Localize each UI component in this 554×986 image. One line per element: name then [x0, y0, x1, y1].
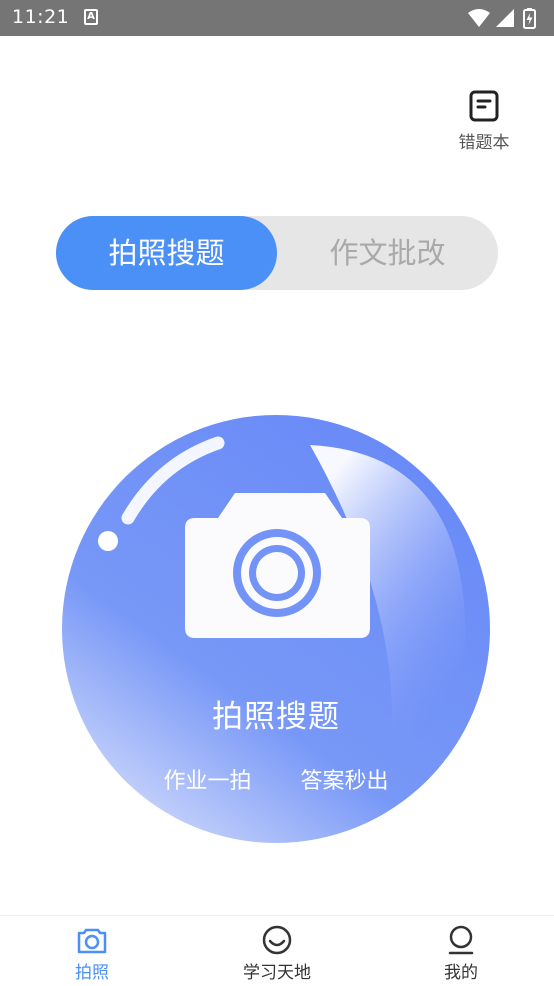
person-icon — [448, 925, 474, 955]
status-bar: 11:21 A — [0, 0, 554, 36]
notification-a-icon: A — [84, 9, 98, 25]
camera-icon — [77, 928, 107, 954]
tab-essay-correction[interactable]: 作文批改 — [277, 216, 498, 290]
mistake-book-button[interactable]: 错题本 — [450, 90, 518, 153]
battery-icon — [523, 8, 536, 29]
smile-face-icon — [262, 925, 292, 955]
photo-search-orb-button[interactable]: 拍照搜题 作业一拍 答案秒出 — [60, 413, 492, 845]
wifi-icon — [468, 9, 490, 27]
nav-item-mine[interactable]: 我的 — [401, 924, 521, 983]
orb-subtitle-right: 答案秒出 — [300, 769, 389, 794]
orb-subtitle-left: 作业一拍 — [163, 769, 252, 794]
tab-photo-search[interactable]: 拍照搜题 — [56, 216, 277, 290]
bottom-nav: 拍照 学习天地 我的 — [0, 915, 554, 986]
nav-label-photo: 拍照 — [75, 963, 109, 983]
signal-icon — [496, 9, 514, 27]
orb-subtitle: 作业一拍 答案秒出 — [60, 763, 492, 795]
nav-label-study: 学习天地 — [243, 963, 311, 983]
status-time: 11:21 — [12, 6, 70, 28]
nav-item-photo[interactable]: 拍照 — [32, 924, 152, 983]
notebook-icon — [469, 90, 499, 122]
mode-switch: 拍照搜题 作文批改 — [56, 216, 498, 290]
orb-title: 拍照搜题 — [212, 699, 340, 735]
nav-item-study[interactable]: 学习天地 — [217, 924, 337, 983]
mistake-book-label: 错题本 — [458, 133, 510, 153]
nav-label-mine: 我的 — [444, 963, 478, 983]
status-icons — [466, 7, 546, 29]
